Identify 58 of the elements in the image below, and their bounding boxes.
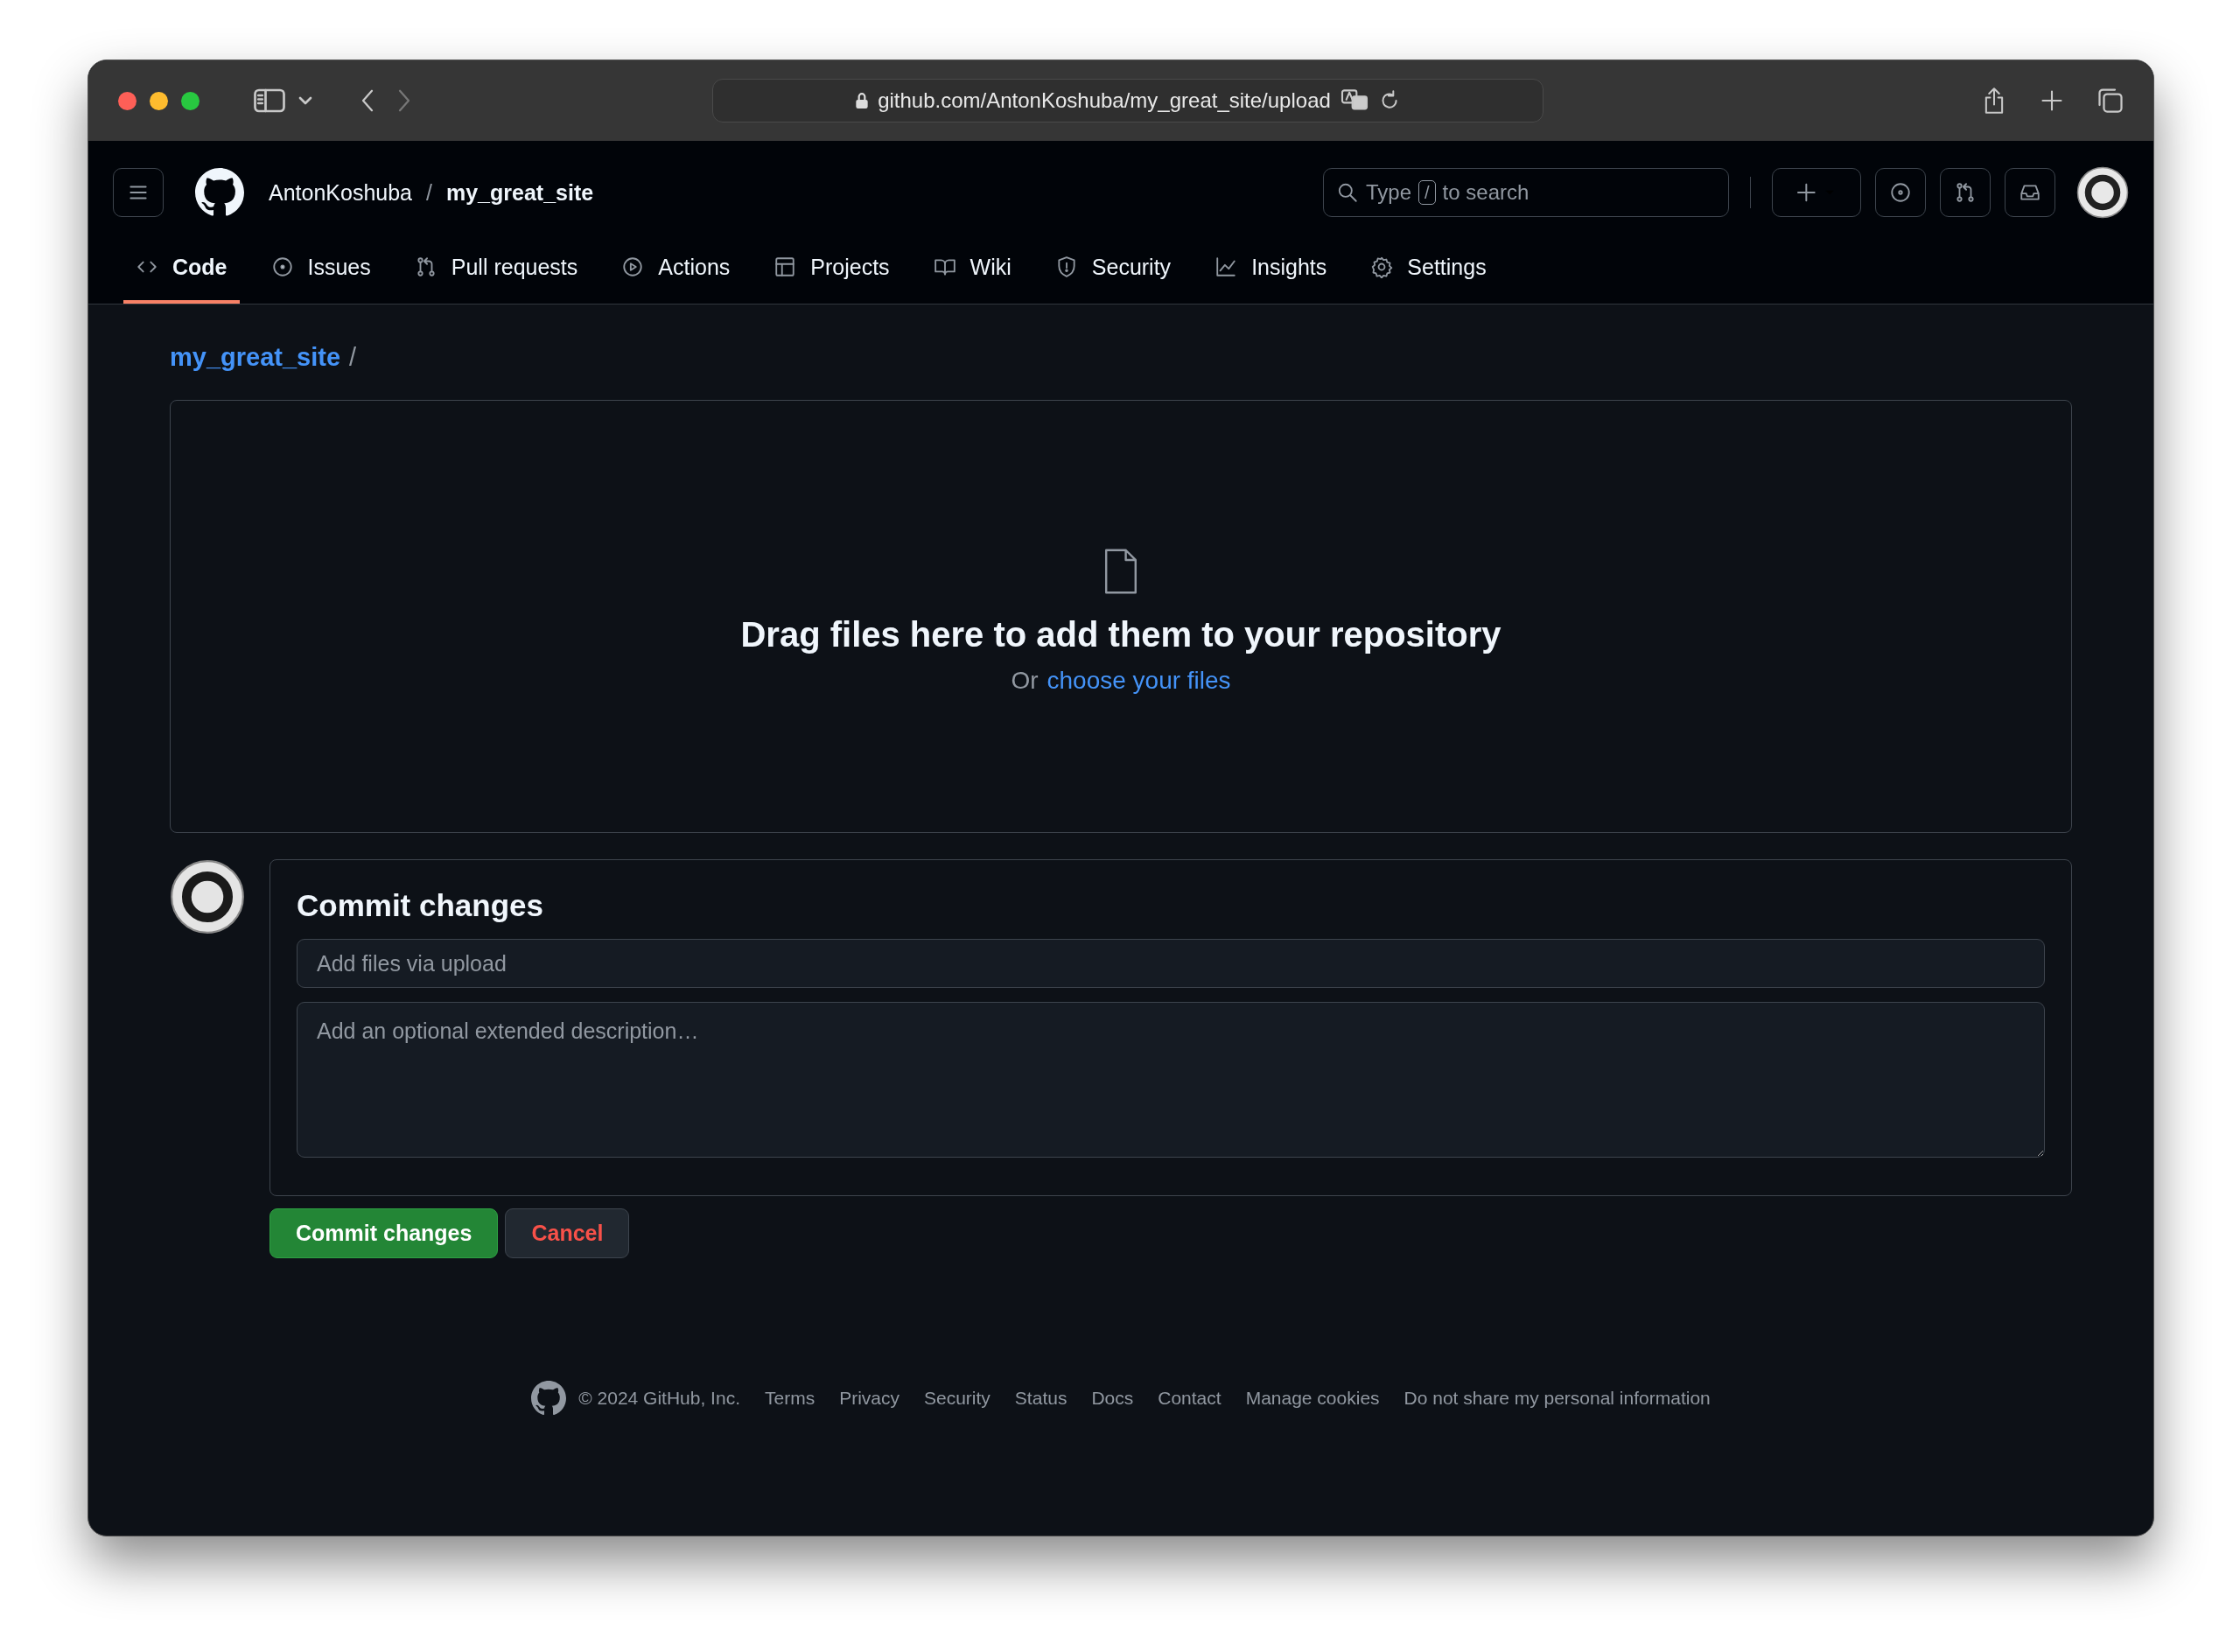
file-drop-zone[interactable]: Drag files here to add them to your repository Or choose your files	[170, 400, 2072, 833]
play-icon	[621, 256, 645, 278]
lock-icon	[855, 92, 870, 109]
path-separator: /	[426, 179, 432, 206]
or-text: Or	[1011, 667, 1039, 695]
owner-link[interactable]: AntonKoshuba	[269, 179, 413, 206]
gear-icon	[1370, 256, 1394, 278]
github-logo[interactable]	[195, 168, 244, 217]
breadcrumb-separator: /	[349, 343, 357, 372]
drop-zone-title: Drag files here to add them to your repository	[740, 615, 1502, 654]
repo-tab[interactable]: Code	[123, 230, 240, 304]
repo-tab[interactable]: Pull requests	[402, 230, 591, 304]
footer-link[interactable]: Manage cookies	[1245, 1388, 1380, 1409]
commit-button[interactable]: Commit changes	[270, 1208, 499, 1258]
repo-tab[interactable]: Issues	[258, 230, 383, 304]
table-icon	[774, 256, 797, 278]
user-avatar[interactable]	[2076, 166, 2129, 219]
graph-icon	[1214, 256, 1238, 278]
cancel-button[interactable]: Cancel	[505, 1208, 630, 1258]
sidebar-icon[interactable]	[254, 88, 285, 114]
pull-request-icon	[1954, 181, 1977, 204]
address-bar[interactable]: github.com/AntonKoshuba/my_great_site/upload	[712, 79, 1544, 122]
repo-tab[interactable]: Security	[1042, 230, 1184, 304]
choose-files-link[interactable]: choose your files	[1046, 667, 1231, 695]
minimize-window-button[interactable]	[150, 91, 168, 110]
repo-tab[interactable]: Projects	[761, 230, 902, 304]
repo-tab[interactable]: Wiki	[920, 230, 1024, 304]
footer-link[interactable]: Status	[1014, 1388, 1068, 1409]
search-icon	[1336, 181, 1359, 204]
new-tab-icon[interactable]	[2040, 88, 2064, 113]
footer-link[interactable]: Terms	[764, 1388, 816, 1409]
breadcrumb-link[interactable]: my_great_site	[170, 343, 341, 372]
footer-link[interactable]: Docs	[1091, 1388, 1134, 1409]
search-field[interactable]: Type / to search	[1323, 168, 1729, 217]
issue-icon	[1889, 181, 1912, 204]
footer-link[interactable]: Privacy	[839, 1388, 900, 1409]
zoom-window-button[interactable]	[181, 91, 200, 110]
repo-link[interactable]: my_great_site	[446, 179, 594, 206]
repo-tab[interactable]: Settings	[1358, 230, 1499, 304]
issue-icon	[270, 256, 294, 278]
footer-link[interactable]: Security	[924, 1388, 990, 1409]
issues-button[interactable]	[1875, 168, 1926, 217]
url-text: github.com/AntonKoshuba/my_great_site/upload	[878, 88, 1331, 113]
menu-button[interactable]	[113, 168, 164, 217]
commit-title: Commit changes	[297, 888, 544, 923]
key-hint: /	[1418, 180, 1436, 205]
commit-description-field[interactable]: Add an optional extended description…	[297, 1002, 2045, 1158]
close-window-button[interactable]	[118, 91, 136, 110]
github-logo[interactable]	[531, 1381, 567, 1416]
repo-tab[interactable]: Actions	[609, 230, 743, 304]
inbox-button[interactable]	[2005, 168, 2055, 217]
commit-summary-field[interactable]: Add files via upload	[297, 939, 2045, 988]
pull-requests-button[interactable]	[1940, 168, 1991, 217]
copyright-text: © 2024 GitHub, Inc.	[578, 1388, 740, 1409]
repo-tab[interactable]: Insights	[1202, 230, 1340, 304]
tabs-overview-icon[interactable]	[2097, 88, 2124, 114]
footer-link[interactable]: Contact	[1158, 1388, 1222, 1409]
footer-link[interactable]: Do not share my personal information	[1404, 1388, 1711, 1409]
